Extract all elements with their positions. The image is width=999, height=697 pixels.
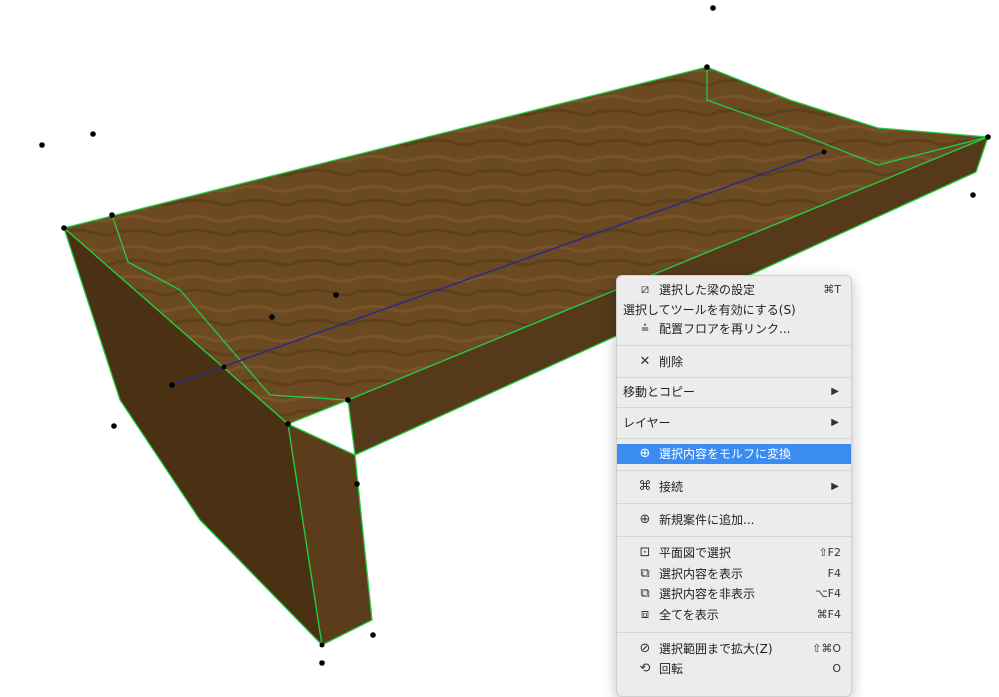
menu-item-layer[interactable]: レイヤー ▶ (617, 413, 851, 433)
beam-settings-icon: ⧄ (640, 282, 650, 297)
menu-item-convert-to-morph[interactable]: ⊕ 選択内容をモルフに変換 (617, 444, 851, 464)
orbit-icon: ⟲ (639, 661, 651, 676)
menu-item-show-all[interactable]: ⧈ 全てを表示 ⌘F4 (617, 605, 851, 625)
menu-item-zoom-to-selection[interactable]: ⊘ 選択範囲まで拡大(Z) ⇧⌘O (617, 639, 851, 659)
menu-item-move-copy[interactable]: 移動とコピー ▶ (617, 382, 851, 402)
submenu-arrow-icon: ▶ (831, 386, 839, 397)
menu-item-select-in-plan[interactable]: ⊡ 平面図で選択 ⇧F2 (617, 543, 851, 563)
menu-item-hide-selection[interactable]: ⧉ 選択内容を非表示 ⌥F4 (617, 584, 851, 604)
menu-separator (617, 407, 851, 408)
menu-separator (617, 345, 851, 346)
connect-icon: ⌘ (638, 479, 652, 494)
add-issue-icon: ⊕ (639, 512, 651, 527)
menu-separator (617, 438, 851, 439)
select-in-plan-icon: ⊡ (639, 545, 651, 560)
menu-item-add-issue[interactable]: ⊕ 新規案件に追加... (617, 510, 851, 530)
menu-separator (617, 632, 851, 633)
submenu-arrow-icon: ▶ (831, 481, 839, 492)
morph-convert-icon: ⊕ (639, 446, 651, 461)
zoom-selection-icon: ⊘ (639, 641, 651, 656)
delete-icon: ✕ (639, 354, 651, 369)
menu-separator (617, 536, 851, 537)
menu-item-connect[interactable]: ⌘ 接続 ▶ (617, 477, 851, 497)
context-menu: ⧄ 選択した梁の設定 ⌘T 選択してツールを有効にする(S) ⩮ 配置フロアを再… (616, 275, 852, 697)
menu-item-orbit[interactable]: ⟲ 回転 O (617, 659, 851, 679)
menu-item-beam-settings[interactable]: ⧄ 選択した梁の設定 ⌘T (617, 280, 851, 300)
menu-separator (617, 470, 851, 471)
menu-separator (617, 503, 851, 504)
menu-item-select-activate-tool[interactable]: 選択してツールを有効にする(S) (617, 300, 851, 320)
submenu-arrow-icon: ▶ (831, 417, 839, 428)
relink-floor-icon: ⩮ (641, 321, 649, 336)
menu-separator (617, 377, 851, 378)
menu-item-relink-floor[interactable]: ⩮ 配置フロアを再リンク... (617, 319, 851, 339)
show-selection-icon: ⧉ (640, 566, 650, 581)
menu-item-show-selection[interactable]: ⧉ 選択内容を表示 F4 (617, 564, 851, 584)
show-all-icon: ⧈ (640, 607, 650, 622)
hide-selection-icon: ⧉ (640, 586, 650, 601)
menu-item-delete[interactable]: ✕ 削除 (617, 352, 851, 372)
